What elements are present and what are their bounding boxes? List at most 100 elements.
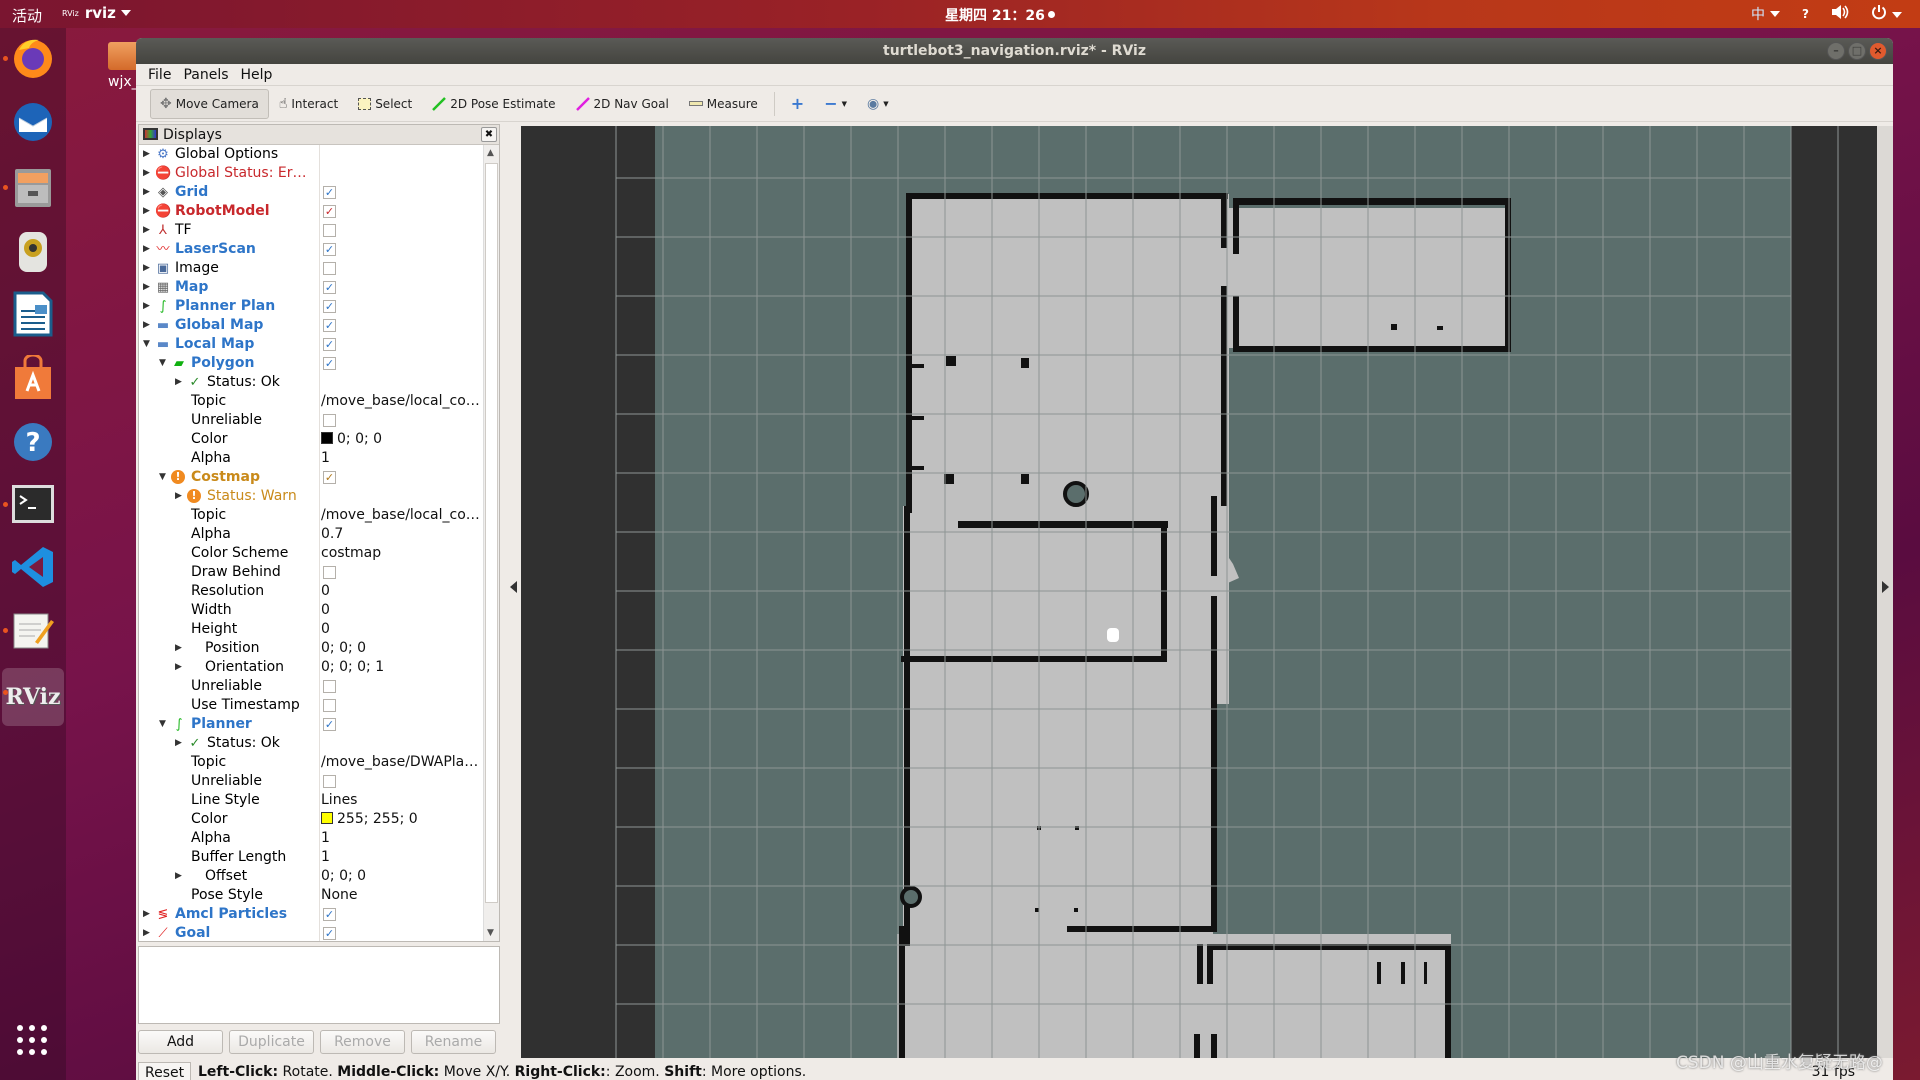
add-tool-button[interactable]: +: [781, 89, 814, 119]
row-value[interactable]: 0: [321, 601, 330, 620]
expand-arrow-icon[interactable]: ▶: [175, 734, 182, 753]
volume-icon[interactable]: [1831, 4, 1849, 24]
menu-panels[interactable]: Panels: [183, 64, 228, 85]
show-applications-button[interactable]: [14, 1022, 50, 1058]
property-row[interactable]: Alpha 1: [139, 829, 483, 848]
display-item[interactable]: ▶ ∫ Planner Plan ✓: [139, 297, 483, 316]
property-row[interactable]: Color Scheme costmap: [139, 544, 483, 563]
collapse-arrow-icon[interactable]: ▼: [159, 468, 166, 487]
expand-arrow-icon[interactable]: ▶: [143, 924, 150, 941]
expand-arrow-icon[interactable]: ▶: [175, 373, 182, 392]
display-item[interactable]: ▶ ✓ Status: Ok: [139, 734, 483, 753]
row-value[interactable]: 0; 0; 0; 1: [321, 658, 384, 677]
expand-arrow-icon[interactable]: ▶: [143, 145, 150, 164]
menu-help[interactable]: Help: [241, 64, 273, 85]
display-item[interactable]: ▼ ∫ Planner ✓: [139, 715, 483, 734]
property-row[interactable]: ▶ Orientation 0; 0; 0; 1: [139, 658, 483, 677]
expand-arrow-icon[interactable]: ▶: [143, 905, 150, 924]
property-row[interactable]: ▶ Offset 0; 0; 0: [139, 867, 483, 886]
display-item[interactable]: ▼ ▬ Local Map ✓: [139, 335, 483, 354]
enabled-checkbox[interactable]: [323, 566, 336, 579]
dock-rviz[interactable]: RViz: [2, 668, 64, 726]
expand-arrow-icon[interactable]: ▶: [143, 278, 150, 297]
expand-arrow-icon[interactable]: ▶: [143, 164, 150, 183]
clock[interactable]: 星期四 21：26: [945, 5, 1055, 25]
display-item[interactable]: ▶ 〰 LaserScan ✓: [139, 240, 483, 259]
display-item[interactable]: ▶! Status: Warn: [139, 487, 483, 506]
property-row[interactable]: Pose Style None: [139, 886, 483, 905]
maximize-button[interactable]: □: [1848, 42, 1866, 60]
enabled-checkbox[interactable]: ✓: [323, 186, 336, 199]
scrollbar-thumb[interactable]: [485, 163, 498, 903]
row-value[interactable]: /move_base/local_co…: [321, 392, 480, 411]
close-button[interactable]: ×: [1869, 42, 1887, 60]
display-item[interactable]: ▶ ⛔ RobotModel ✓: [139, 202, 483, 221]
expand-arrow-icon[interactable]: ▶: [143, 183, 150, 202]
collapse-arrow-icon[interactable]: ▼: [143, 335, 150, 354]
help-indicator-icon[interactable]: ?: [1802, 7, 1809, 21]
tool-2d-nav-goal[interactable]: 2D Nav Goal: [566, 89, 679, 119]
dock-rhythmbox[interactable]: [9, 228, 57, 276]
reset-button[interactable]: Reset: [138, 1062, 192, 1080]
display-item[interactable]: ▶ ▬ Global Map ✓: [139, 316, 483, 335]
enabled-checkbox[interactable]: ✓: [323, 319, 336, 332]
row-value[interactable]: costmap: [321, 544, 381, 563]
power-menu[interactable]: [1871, 4, 1902, 24]
enabled-checkbox[interactable]: ✓: [323, 471, 336, 484]
display-item[interactable]: ▶ ▣ Image: [139, 259, 483, 278]
tool-measure[interactable]: Measure: [679, 89, 768, 119]
expand-arrow-icon[interactable]: ▶: [143, 240, 150, 259]
dock-writer[interactable]: [9, 290, 57, 338]
expand-arrow-icon[interactable]: ▶: [143, 221, 150, 240]
row-value[interactable]: 0: [321, 620, 330, 639]
remove-tool-button[interactable]: − ▼: [814, 89, 857, 119]
dock-software[interactable]: [9, 354, 57, 402]
property-row[interactable]: Topic/move_base/local_co…: [139, 506, 483, 525]
dock-vscode[interactable]: [9, 543, 57, 591]
dock-terminal[interactable]: [9, 480, 57, 528]
display-item[interactable]: ▶ ▦ Map ✓: [139, 278, 483, 297]
app-menu[interactable]: RViz rviz: [62, 4, 131, 22]
row-value[interactable]: 1: [321, 848, 330, 867]
collapse-right-icon[interactable]: [1882, 581, 1889, 593]
enabled-checkbox[interactable]: ✓: [323, 338, 336, 351]
enabled-checkbox[interactable]: [323, 262, 336, 275]
activities-button[interactable]: 活动: [12, 5, 42, 26]
display-item[interactable]: ▶ ⟋ Goal ✓: [139, 924, 483, 941]
dock-thunderbird[interactable]: [9, 98, 57, 146]
property-row[interactable]: Buffer Length 1: [139, 848, 483, 867]
display-item[interactable]: ▶ ✓ Status: Ok: [139, 373, 483, 392]
enabled-checkbox[interactable]: [323, 699, 336, 712]
property-row[interactable]: Alpha 0.7: [139, 525, 483, 544]
display-item[interactable]: ▶ ⚙ Global Options: [139, 145, 483, 164]
property-row[interactable]: Height 0: [139, 620, 483, 639]
tool-move-camera[interactable]: ✥ Move Camera: [150, 88, 269, 119]
property-row[interactable]: Topic/move_base/DWAPla…: [139, 753, 483, 772]
enabled-checkbox[interactable]: [323, 775, 336, 788]
right-splitter[interactable]: [1877, 126, 1893, 1058]
enabled-checkbox[interactable]: ✓: [323, 357, 336, 370]
property-row[interactable]: Unreliable: [139, 411, 483, 430]
property-row[interactable]: Color 255; 255; 0: [139, 810, 483, 829]
remove-button[interactable]: Remove: [320, 1030, 405, 1054]
collapse-arrow-icon[interactable]: ▼: [159, 354, 166, 373]
row-value[interactable]: 0.7: [321, 525, 343, 544]
enabled-checkbox[interactable]: ✓: [323, 718, 336, 731]
duplicate-button[interactable]: Duplicate: [229, 1030, 314, 1054]
window-titlebar[interactable]: turtlebot3_navigation.rviz* - RViz – □ ×: [136, 38, 1893, 64]
color-swatch[interactable]: [321, 432, 333, 444]
view-options-button[interactable]: ◉ ▼: [857, 89, 899, 119]
display-item[interactable]: ▼ ▰ Polygon ✓: [139, 354, 483, 373]
dock-text-editor[interactable]: [9, 606, 57, 654]
enabled-checkbox[interactable]: ✓: [323, 243, 336, 256]
expand-arrow-icon[interactable]: ▶: [175, 867, 182, 886]
close-panel-button[interactable]: ✖: [481, 127, 497, 142]
expand-arrow-icon[interactable]: ▶: [143, 297, 150, 316]
property-row[interactable]: Alpha 1: [139, 449, 483, 468]
display-item[interactable]: ▶ ◈ Grid ✓: [139, 183, 483, 202]
add-button[interactable]: Add: [138, 1030, 223, 1054]
vertical-scrollbar[interactable]: ▲ ▼: [483, 145, 499, 941]
property-row[interactable]: Width 0: [139, 601, 483, 620]
enabled-checkbox[interactable]: ✓: [323, 908, 336, 921]
collapse-left-icon[interactable]: [510, 581, 517, 593]
